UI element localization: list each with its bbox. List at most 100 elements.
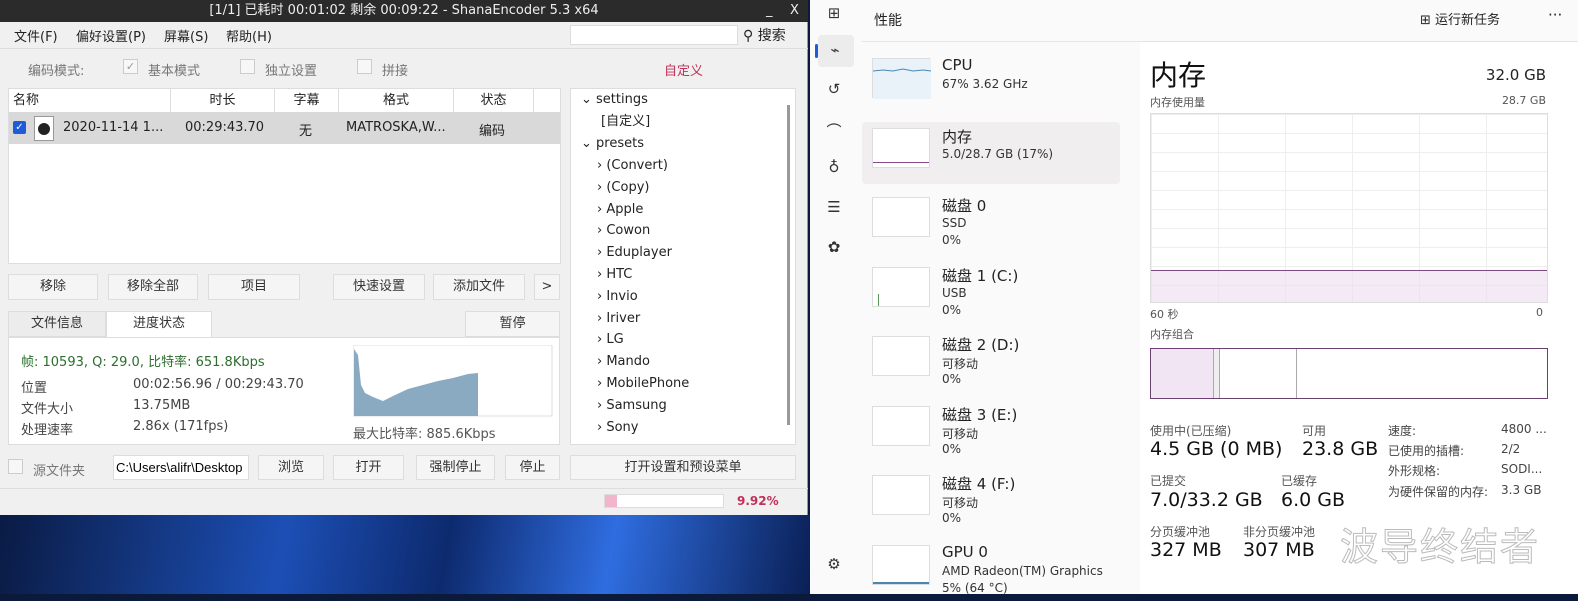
services-icon[interactable]: ✿ [824, 238, 844, 258]
menu-screen[interactable]: 屏幕(S) [164, 26, 208, 45]
col-subtitle[interactable]: 字幕 [275, 89, 339, 112]
chevron-right-icon: › [597, 332, 603, 348]
details-icon[interactable]: ☰ [824, 198, 844, 218]
source-folder-checkbox[interactable] [8, 459, 23, 474]
output-path-input[interactable] [113, 455, 249, 480]
paged-pool-label: 分页缓冲池 [1150, 525, 1211, 539]
tree-node-preset[interactable]: › HTC [597, 264, 632, 286]
performance-icon: ⌁ [830, 41, 840, 59]
perf-thumbnail [872, 266, 930, 307]
perf-subtitle: 67% 3.62 GHz [942, 77, 1028, 91]
nav-performance[interactable]: ⌁ [815, 35, 854, 67]
chevron-right-icon: › [597, 310, 603, 326]
minimize-button[interactable]: _ [766, 0, 773, 22]
more-options-button[interactable]: ··· [1548, 6, 1562, 24]
tree-label: (Convert) [606, 158, 668, 173]
tree-label: Samsung [606, 397, 667, 413]
users-icon[interactable]: ♁ [824, 158, 844, 178]
perf-item[interactable]: 磁盘 0 SSD 0% [862, 191, 1120, 253]
basic-mode-checkbox[interactable]: ✓ [123, 59, 138, 74]
custom-preset-label[interactable]: 自定义 [664, 60, 703, 79]
tree-node-custom[interactable]: [自定义] [601, 111, 650, 133]
settings-icon[interactable]: ⚙ [824, 555, 844, 575]
col-name[interactable]: 名称 [9, 89, 171, 112]
tree-node-preset[interactable]: › Cowon [597, 220, 650, 242]
cell-format: MATROSKA,W... [346, 120, 446, 135]
tree-node-preset[interactable]: › MobilePhone [597, 373, 689, 395]
progress-panel: 帧: 10593, Q: 29.0, 比特率: 651.8Kbps 位置 00:… [8, 337, 560, 445]
remove-button[interactable]: 移除 [8, 274, 98, 300]
tree-node-presets[interactable]: ⌄ presets [581, 133, 644, 155]
more-button[interactable]: > [534, 274, 560, 300]
processes-icon[interactable]: ⊞ [824, 4, 844, 24]
join-checkbox[interactable] [357, 59, 372, 74]
tree-node-preset[interactable]: › LG [597, 329, 624, 351]
item-button[interactable]: 项目 [208, 274, 300, 300]
search-label: 搜索 [757, 28, 786, 44]
reserved-value: 3.3 GB [1501, 483, 1542, 497]
position-label: 位置 [21, 381, 48, 396]
pause-button[interactable]: 暂停 [465, 311, 560, 337]
force-stop-button[interactable]: 强制停止 [416, 455, 495, 480]
col-format[interactable]: 格式 [339, 89, 454, 112]
tree-label: Eduplayer [606, 245, 672, 261]
chevron-right-icon: › [597, 354, 603, 370]
speed-label: 速度: [1388, 424, 1417, 438]
available-value: 23.8 GB [1302, 438, 1379, 460]
window-title: [1/1] 已耗时 00:01:02 剩余 00:09:22 - ShanaEn… [209, 3, 599, 18]
startup-icon[interactable]: ⌒ [824, 120, 844, 140]
tree-node-preset[interactable]: › Samsung [597, 395, 667, 417]
perf-item[interactable]: GPU 0 AMD Radeon(TM) Graphics 5% (64 °C) [862, 539, 1120, 601]
tree-node-preset[interactable]: › Eduplayer [597, 242, 672, 264]
remove-all-button[interactable]: 移除全部 [108, 274, 198, 300]
tree-node-preset[interactable]: › Mando [597, 351, 650, 373]
perf-item[interactable]: 磁盘 1 (C:) USB 0% [862, 261, 1120, 323]
perf-item[interactable]: 磁盘 2 (D:) 可移动 0% [862, 330, 1120, 392]
col-status[interactable]: 状态 [454, 89, 534, 112]
row-checkbox[interactable]: ✓ [13, 121, 26, 134]
menu-file[interactable]: 文件(F) [14, 26, 58, 45]
run-new-task-button[interactable]: ⊞ 运行新任务 [1420, 9, 1500, 28]
stop-button[interactable]: 停止 [505, 455, 560, 480]
menu-preferences[interactable]: 偏好设置(P) [76, 26, 146, 45]
add-file-button[interactable]: 添加文件 [433, 274, 525, 300]
speed-label: 处理速率 [21, 423, 74, 438]
composition-modified [1214, 349, 1220, 398]
tree-node-preset[interactable]: › Iriver [597, 308, 640, 330]
search-input[interactable] [570, 25, 738, 45]
quick-settings-button[interactable]: 快速设置 [333, 274, 425, 300]
tree-node-preset[interactable]: › (Copy) [597, 177, 649, 199]
tree-node-settings[interactable]: ⌄ settings [581, 89, 648, 111]
tree-node-preset[interactable]: › Sony [597, 417, 638, 439]
menu-help[interactable]: 帮助(H) [226, 26, 272, 45]
tab-file-info[interactable]: 文件信息 [8, 311, 106, 337]
paged-pool-value: 327 MB [1150, 539, 1222, 561]
tree-node-preset[interactable]: › Invio [597, 286, 638, 308]
perf-item[interactable]: 磁盘 4 (F:) 可移动 0% [862, 469, 1120, 531]
perf-subtitle: 可移动 [942, 426, 979, 441]
tree-node-preset[interactable]: › Apple [597, 199, 643, 221]
browse-button[interactable]: 浏览 [258, 455, 324, 480]
reserved-label: 为硬件保留的内存: [1388, 485, 1489, 499]
app-history-icon[interactable]: ↺ [824, 80, 844, 100]
table-row[interactable]: ✓ 2020-11-14 1... 00:29:43.70 无 MATROSKA… [9, 112, 560, 144]
close-button[interactable]: X [790, 0, 799, 22]
preset-tree: ⌄ settings [自定义] ⌄ presets › (Convert) › … [570, 88, 796, 445]
committed-value: 7.0/33.2 GB [1150, 489, 1263, 511]
perf-item[interactable]: CPU 67% 3.62 GHz [862, 52, 1120, 114]
bitrate-graph [353, 345, 553, 417]
search-button[interactable]: ⚲ 搜索 [743, 25, 786, 45]
tab-progress[interactable]: 进度状态 [106, 311, 212, 338]
open-button[interactable]: 打开 [333, 455, 404, 480]
tree-label: Mando [606, 354, 650, 370]
perf-title: 磁盘 4 (F:) [942, 475, 1016, 493]
open-settings-menu-button[interactable]: 打开设置和预设菜单 [570, 455, 796, 480]
tree-scrollbar[interactable] [787, 105, 790, 425]
tree-label: LG [606, 332, 624, 348]
perf-item[interactable]: 内存 5.0/28.7 GB (17%) [862, 121, 1120, 184]
tree-node-preset[interactable]: › (Convert) [597, 155, 668, 177]
independent-checkbox[interactable] [240, 59, 255, 74]
perf-value: 0% [942, 372, 962, 386]
perf-item[interactable]: 磁盘 3 (E:) 可移动 0% [862, 400, 1120, 462]
col-duration[interactable]: 时长 [171, 89, 275, 112]
